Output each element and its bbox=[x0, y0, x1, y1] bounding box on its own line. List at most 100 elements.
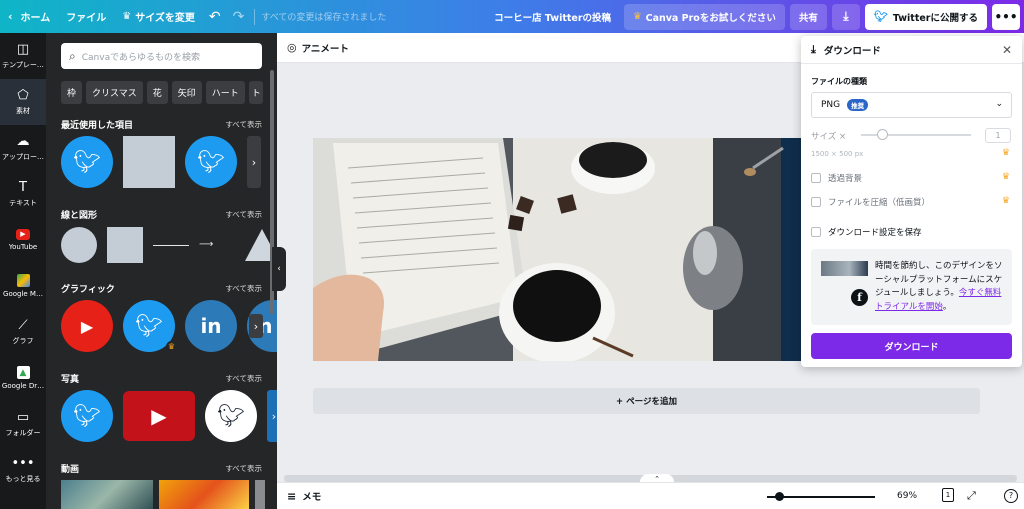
share-button[interactable]: 共有 bbox=[789, 3, 827, 30]
square-shape[interactable] bbox=[107, 227, 143, 263]
animate-button[interactable]: アニメート bbox=[302, 41, 349, 55]
rail-item-youtube[interactable]: ▶ YouTube bbox=[0, 217, 46, 263]
line-shape[interactable] bbox=[153, 244, 189, 246]
chevron-right-icon[interactable]: › bbox=[249, 314, 263, 338]
canva-pro-button[interactable]: ♛ Canva Proをお試しください bbox=[624, 3, 785, 30]
chevron-down-icon: ⌄ bbox=[995, 99, 1003, 109]
zoom-level[interactable]: 69% bbox=[897, 491, 917, 501]
rail-item-uploads[interactable]: ☁ アップロー… bbox=[0, 125, 46, 171]
add-page-button[interactable]: + ページを追加 bbox=[313, 388, 980, 414]
photos-row: 🐦︎ ▶ 🐦︎ › bbox=[61, 390, 277, 442]
rail-item-more[interactable]: ••• もっと見る bbox=[0, 447, 46, 493]
transparent-label: 透過背景 bbox=[828, 174, 863, 184]
rail-item-label: テンプレー… bbox=[2, 60, 44, 69]
fullscreen-icon[interactable]: ⤢ bbox=[967, 489, 976, 503]
text-icon: T bbox=[19, 179, 27, 195]
more-options-button[interactable]: ••• bbox=[992, 3, 1020, 30]
home-button[interactable]: ‹ ホーム bbox=[0, 0, 58, 33]
rail-item-templates[interactable]: ◫ テンプレー… bbox=[0, 33, 46, 79]
file-type-select[interactable]: PNG 推奨 ⌄ bbox=[811, 92, 1012, 118]
save-status: すべての変更は保存されました bbox=[254, 8, 394, 25]
memo-button[interactable]: ≡ メモ bbox=[287, 489, 321, 504]
twitter-bird-icon[interactable]: 🐦︎ bbox=[185, 136, 237, 188]
file-menu-button[interactable]: ファイル bbox=[58, 0, 114, 33]
twitter-bird-icon[interactable]: 🐦︎ bbox=[61, 390, 113, 442]
rail-item-google-maps[interactable]: Google M… bbox=[0, 263, 46, 309]
checkbox-box bbox=[811, 227, 821, 237]
zoom-slider-handle[interactable] bbox=[775, 492, 784, 501]
rail-item-google-drive[interactable]: ▲ Google Dr… bbox=[0, 355, 46, 401]
rail-item-elements[interactable]: ⬠ 素材 bbox=[0, 79, 46, 125]
youtube-play-icon[interactable]: ▶ bbox=[123, 391, 195, 441]
twitter-bird-icon[interactable]: 🐦︎ bbox=[61, 136, 113, 188]
chevron-right-icon[interactable]: › bbox=[267, 390, 277, 442]
animate-icon[interactable]: ◎ bbox=[287, 41, 297, 54]
twitter-bird-icon[interactable]: 🐦︎ ♛ bbox=[123, 300, 177, 352]
resize-label: サイズを変更 bbox=[135, 13, 195, 24]
rail-item-charts[interactable]: ⟋ グラフ bbox=[0, 309, 46, 355]
design-title[interactable]: コーヒー店 Twitterの投稿 bbox=[486, 0, 619, 33]
rail-item-label: グラフ bbox=[12, 336, 34, 345]
twitter-bird-icon[interactable]: 🐦︎ bbox=[205, 390, 257, 442]
google-maps-icon bbox=[16, 274, 30, 287]
collapse-panel-button[interactable]: ‹ bbox=[272, 247, 286, 291]
redo-button[interactable]: ↷ bbox=[227, 0, 251, 33]
chip-flower[interactable]: 花 bbox=[146, 81, 168, 104]
video-thumbnail[interactable] bbox=[255, 480, 265, 509]
file-type-value: PNG bbox=[821, 100, 841, 110]
section-title-lines: 線と図形 bbox=[61, 211, 98, 221]
chip-heart[interactable]: ハート bbox=[205, 81, 245, 104]
chip-christmas[interactable]: クリスマス bbox=[86, 81, 143, 104]
section-title-photos: 写真 bbox=[61, 375, 80, 385]
checkbox-box bbox=[811, 197, 821, 207]
rail-item-folders[interactable]: ▭ フォルダー bbox=[0, 401, 46, 447]
page-count-button[interactable]: 1 bbox=[942, 488, 954, 502]
chip-frame[interactable]: 枠 bbox=[61, 81, 83, 104]
resize-button[interactable]: ♛ サイズを変更 bbox=[114, 0, 203, 33]
video-thumbnail[interactable] bbox=[159, 480, 249, 509]
crown-icon: ♛ bbox=[1001, 196, 1010, 206]
help-icon[interactable]: ? bbox=[1004, 489, 1018, 503]
search-input[interactable]: ⌕ Canvaであらゆるものを検索 bbox=[61, 43, 262, 69]
close-icon[interactable]: ✕ bbox=[1002, 43, 1012, 57]
page-count: 1 bbox=[945, 491, 951, 499]
google-drive-icon: ▲ bbox=[16, 366, 30, 379]
more-icon: ••• bbox=[11, 455, 35, 471]
circle-shape[interactable] bbox=[61, 227, 97, 263]
transparent-background-checkbox[interactable]: 透過背景 bbox=[811, 172, 862, 184]
arrow-line-shape[interactable]: ⟶ bbox=[199, 239, 235, 251]
size-input[interactable]: 1 bbox=[985, 128, 1011, 143]
size-slider-handle[interactable] bbox=[877, 129, 888, 140]
see-all-link[interactable]: すべて表示 bbox=[225, 209, 262, 220]
size-label: サイズ × bbox=[811, 132, 847, 142]
see-all-link[interactable]: すべて表示 bbox=[225, 119, 262, 130]
publish-twitter-button[interactable]: 🐦︎ Twitterに公開する bbox=[864, 3, 987, 30]
shapes-row: ⟶ › bbox=[61, 227, 277, 263]
chevron-right-icon[interactable]: › bbox=[247, 136, 261, 188]
upload-icon: ☁ bbox=[16, 133, 30, 149]
canvas-footer: ≡ メモ 69% 1 ⤢ ? bbox=[277, 482, 1024, 509]
download-icon: ⤓ bbox=[811, 42, 816, 56]
canva-pro-label: Canva Proをお試しください bbox=[645, 12, 776, 24]
home-label: ホーム bbox=[20, 13, 51, 24]
download-toggle-button[interactable]: ⤓ bbox=[831, 3, 860, 30]
undo-icon: ↶ bbox=[208, 8, 221, 25]
save-settings-checkbox[interactable]: ダウンロード設定を保存 bbox=[811, 226, 922, 238]
video-thumbnail[interactable] bbox=[61, 480, 153, 509]
videos-row bbox=[61, 480, 265, 509]
coffee-photo bbox=[313, 138, 803, 361]
compress-file-checkbox[interactable]: ファイルを圧縮（低画質） bbox=[811, 196, 930, 208]
see-all-link[interactable]: すべて表示 bbox=[225, 373, 262, 384]
chip-more[interactable]: ト bbox=[248, 81, 263, 104]
download-button[interactable]: ダウンロード bbox=[811, 333, 1012, 359]
see-all-link[interactable]: すべて表示 bbox=[225, 283, 262, 294]
see-all-link[interactable]: すべて表示 bbox=[225, 463, 262, 474]
chip-arrow[interactable]: 矢印 bbox=[171, 81, 202, 104]
design-page[interactable] bbox=[313, 138, 803, 361]
gray-square-shape[interactable] bbox=[123, 136, 175, 188]
youtube-icon[interactable]: ▶ bbox=[61, 300, 113, 352]
linkedin-icon[interactable]: in bbox=[185, 300, 237, 352]
rail-item-text[interactable]: T テキスト bbox=[0, 171, 46, 217]
add-page-label: + ページを追加 bbox=[616, 397, 677, 407]
undo-button[interactable]: ↶ bbox=[203, 0, 227, 33]
